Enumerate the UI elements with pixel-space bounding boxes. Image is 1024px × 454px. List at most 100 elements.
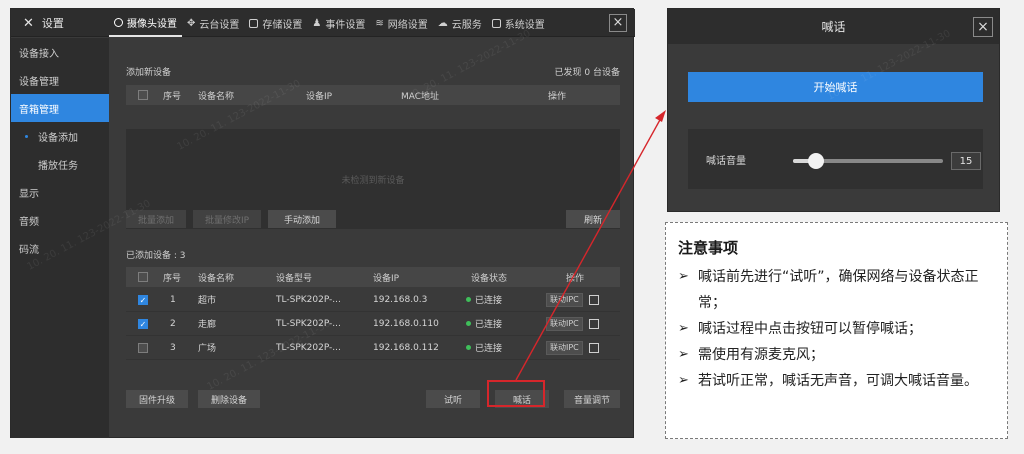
monitor-icon [491,18,501,28]
row-no: 2 [170,318,176,329]
tab-ptz[interactable]: ✥ 云台设置 [182,9,244,37]
checkbox-icon [138,272,148,282]
row-model: TL-SPK202P-... [276,294,341,305]
status-dot-icon [466,297,471,302]
col-ip: 设备IP [373,273,400,284]
table-row[interactable]: ✓ 1 超市 TL-SPK202P-... 192.168.0.3 已连接 联动… [126,288,620,312]
checkbox-icon [138,90,148,100]
camera-icon [114,17,123,27]
note-text: 若试听正常，喊话无声音，可调大喊话音量。 [698,373,978,389]
settings-title: ✕ 设置 [11,9,107,37]
header-checkbox[interactable] [138,85,148,105]
sidebar-item-device-add[interactable]: 设备添加 [11,122,109,150]
sidebar-item-stream[interactable]: 码流 [11,234,109,262]
edit-icon[interactable] [588,342,599,353]
tab-event[interactable]: ♟ 事件设置 [307,9,370,37]
row-checkbox[interactable]: ✓ [138,288,148,311]
sidebar-item-play-task[interactable]: 播放任务 [11,150,109,178]
delete-device-button[interactable]: 删除设备 [198,390,260,408]
sidebar-item-display[interactable]: 显示 [11,178,109,206]
shout-dialog: 喊话 × 开始喊话 喊话音量 15 [667,8,1000,212]
col-name: 设备名称 [198,273,235,284]
tab-storage[interactable]: 存储设置 [244,9,307,37]
arrow-bullet-icon: ➢ [678,269,689,284]
row-actions: 联动IPC [546,288,599,311]
tab-camera-label: 摄像头设置 [127,18,177,30]
table-row[interactable]: 3 广场 TL-SPK202P-... 192.168.0.112 已连接 联动… [126,336,620,360]
notes-title: 注意事项 [678,239,739,257]
wifi-icon: ≋ [375,17,384,29]
status-dot-icon [466,321,471,326]
tab-network[interactable]: ≋ 网络设置 [370,9,432,37]
col-action: 操作 [548,91,567,102]
firmware-upgrade-button[interactable]: 固件升级 [126,390,188,408]
header-checkbox-added[interactable] [138,267,148,287]
edit-icon[interactable] [588,318,599,329]
volume-label: 喊话音量 [706,156,746,167]
col-no: 序号 [163,91,182,102]
tab-network-label: 网络设置 [387,19,428,31]
tab-system[interactable]: 系统设置 [487,9,550,37]
tab-cloud-label: 云服务 [451,19,482,31]
tools-icon: ✕ [23,15,34,31]
row-checkbox[interactable] [138,336,148,359]
settings-close-button[interactable]: × [609,14,627,32]
row-name: 走廊 [198,320,217,330]
add-section-title: 添加新设备 [126,68,172,78]
cloud-icon: ☁ [437,17,448,29]
main-panel: 添加新设备 已发现 0 台设备 序号 设备名称 设备IP MAC地址 操作 未检… [126,38,620,438]
row-status: 已连接 [466,336,502,359]
row-actions: 联动IPC [546,336,599,359]
tab-camera[interactable]: 摄像头设置 [109,9,182,37]
active-dot-icon [25,134,28,138]
link-ipc-button[interactable]: 联动IPC [546,340,583,355]
volume-value[interactable]: 15 [951,152,981,170]
row-name: 广场 [198,344,217,354]
tab-storage-label: 存储设置 [262,19,303,31]
row-no: 1 [170,294,176,305]
link-ipc-button[interactable]: 联动IPC [546,292,583,307]
volume-adjust-button[interactable]: 音量调节 [564,390,620,408]
table-row[interactable]: ✓ 2 走廊 TL-SPK202P-... 192.168.0.110 已连接 … [126,312,620,336]
volume-slider-handle[interactable] [807,153,824,169]
link-ipc-button[interactable]: 联动IPC [546,316,583,331]
volume-slider[interactable] [793,153,943,169]
top-bar: ✕ 设置 摄像头设置 ✥ 云台设置 存储设置 ♟ 事件设置 ≋ 网络设置 ☁ 云服务 系… [11,9,635,37]
row-status-label: 已连接 [475,296,503,306]
batch-add-button[interactable]: 批量添加 [126,210,186,228]
notes-box: 注意事项 ➢ 喊话前先进行“试听”，确保网络与设备状态正常； ➢ 喊话过程中点击按钮… [665,222,1008,439]
sidebar-item-audio[interactable]: 音频 [11,206,109,234]
sidebar-item-speaker-management[interactable]: 音箱管理 [11,94,109,122]
row-ip: 192.168.0.110 [373,318,439,329]
note-item: ➢ 喊话前先进行“试听”，确保网络与设备状态正常； [678,264,995,316]
sidebar-item-device-access[interactable]: 设备接入 [11,38,109,66]
row-checkbox[interactable]: ✓ [138,312,148,335]
checkbox-checked-icon: ✓ [138,318,148,329]
listen-button[interactable]: 试听 [426,390,480,408]
note-item: ➢ 喊话过程中点击按钮可以暂停喊话； [678,316,995,342]
arrow-bullet-icon: ➢ [678,373,689,388]
tab-system-label: 系统设置 [504,19,545,31]
row-ip: 192.168.0.112 [373,342,439,353]
note-item: ➢ 若试听正常，喊话无声音，可调大喊话音量。 [678,368,995,394]
volume-panel: 喊话音量 15 [688,129,983,189]
manual-add-button[interactable]: 手动添加 [268,210,336,228]
edit-icon[interactable] [588,294,599,305]
col-name: 设备名称 [198,91,235,102]
storage-icon [249,18,259,28]
tab-cloud[interactable]: ☁ 云服务 [433,9,487,37]
dialog-close-button[interactable]: × [973,17,993,37]
arrow-head [655,110,666,122]
col-ip: 设备IP [306,91,333,102]
settings-title-label: 设置 [41,17,64,30]
batch-ip-button[interactable]: 批量修改IP [193,210,261,228]
start-shout-button[interactable]: 开始喊话 [688,72,983,102]
col-mac: MAC地址 [401,91,440,102]
refresh-button[interactable]: 刷新 [566,210,620,228]
sidebar-item-device-add-label: 设备添加 [38,132,78,144]
tab-event-label: 事件设置 [325,19,366,31]
note-text: 需使用有源麦克风； [698,347,824,363]
added-table-header: 序号 设备名称 设备型号 设备IP 设备状态 操作 [126,267,620,287]
sidebar-item-device-management[interactable]: 设备管理 [11,66,109,94]
col-action: 操作 [566,273,585,284]
